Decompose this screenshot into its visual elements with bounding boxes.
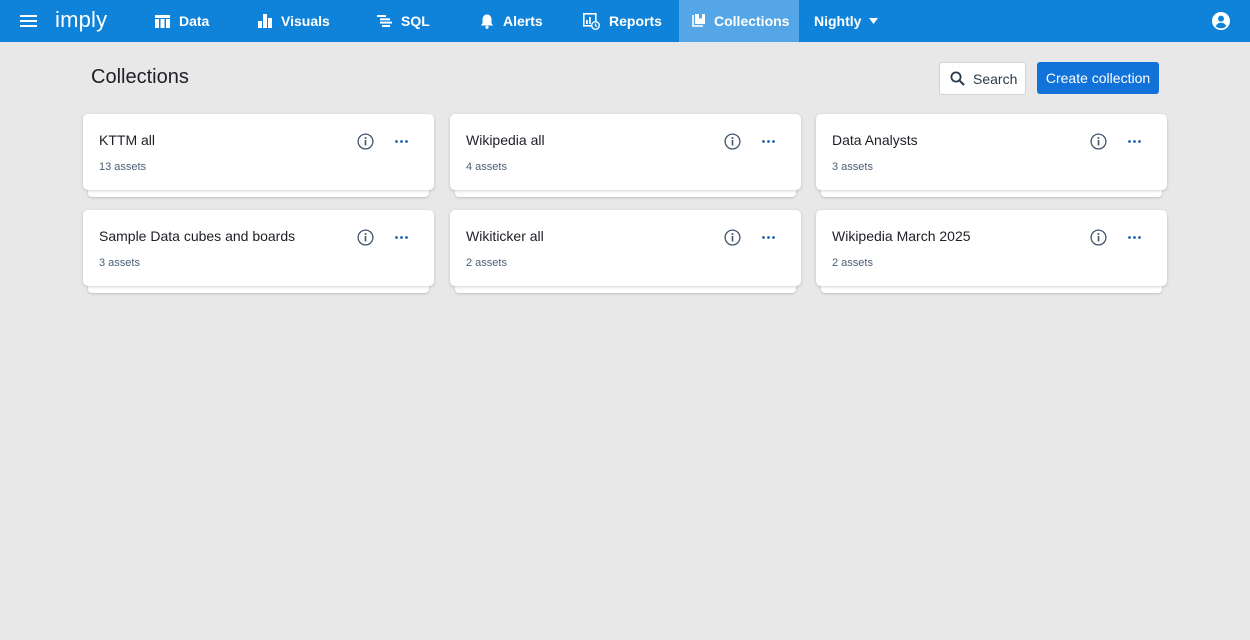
collection-name: Wikipedia all <box>466 132 545 148</box>
nav-visuals-label: Visuals <box>281 13 330 29</box>
sql-lines-icon <box>377 15 392 27</box>
nav-visuals[interactable]: Visuals <box>258 0 330 42</box>
more-options-icon[interactable] <box>760 229 777 246</box>
more-options-icon[interactable] <box>760 133 777 150</box>
collection-name: Wikipedia March 2025 <box>832 228 971 244</box>
collection-asset-count: 3 assets <box>832 161 873 173</box>
collection-card[interactable]: Wikipedia all 4 assets <box>450 114 801 190</box>
nav-data[interactable]: Data <box>155 0 209 42</box>
page-title: Collections <box>91 66 189 88</box>
nav-collections[interactable]: Collections <box>679 0 799 42</box>
bell-icon <box>480 14 494 29</box>
collection-name: KTTM all <box>99 132 155 148</box>
collection-name: Wikiticker all <box>466 228 544 244</box>
collection-card-wrapper: Data Analysts 3 assets <box>816 114 1167 197</box>
collection-card[interactable]: Wikiticker all 2 assets <box>450 210 801 286</box>
search-icon <box>950 71 965 86</box>
imply-logo[interactable]: imply <box>55 7 107 33</box>
search-button[interactable]: Search <box>939 62 1026 95</box>
info-icon[interactable] <box>357 229 374 246</box>
nav-nightly-dropdown[interactable]: Nightly <box>814 0 879 42</box>
collection-card-wrapper: Sample Data cubes and boards 3 assets <box>83 210 434 293</box>
collection-card-wrapper: Wikipedia March 2025 2 assets <box>816 210 1167 293</box>
report-icon <box>583 12 600 30</box>
more-options-icon[interactable] <box>393 229 410 246</box>
nav-reports-label: Reports <box>609 13 662 29</box>
table-icon <box>155 14 170 28</box>
info-icon[interactable] <box>357 133 374 150</box>
nav-nightly-label: Nightly <box>814 13 862 29</box>
collection-card[interactable]: KTTM all 13 assets <box>83 114 434 190</box>
top-navigation-bar: imply Data Visuals SQL Alerts Reports Co… <box>0 0 1250 42</box>
caret-down-icon <box>869 18 879 24</box>
nav-data-label: Data <box>179 13 210 29</box>
collections-icon <box>692 14 705 27</box>
collection-name: Data Analysts <box>832 132 918 148</box>
hamburger-menu-icon[interactable] <box>20 13 37 29</box>
nav-sql-label: SQL <box>401 13 430 29</box>
collection-card-wrapper: KTTM all 13 assets <box>83 114 434 197</box>
nav-reports[interactable]: Reports <box>583 0 662 42</box>
user-account-icon[interactable] <box>1212 12 1230 30</box>
collection-card-wrapper: Wikipedia all 4 assets <box>450 114 801 197</box>
more-options-icon[interactable] <box>1126 229 1143 246</box>
nav-alerts[interactable]: Alerts <box>480 0 543 42</box>
collection-card[interactable]: Wikipedia March 2025 2 assets <box>816 210 1167 286</box>
collection-name: Sample Data cubes and boards <box>99 228 296 244</box>
collection-card[interactable]: Data Analysts 3 assets <box>816 114 1167 190</box>
nav-sql[interactable]: SQL <box>377 0 430 42</box>
search-button-label: Search <box>973 70 1018 87</box>
info-icon[interactable] <box>724 133 741 150</box>
collection-card-wrapper: Wikiticker all 2 assets <box>450 210 801 293</box>
nav-alerts-label: Alerts <box>503 13 543 29</box>
nav-collections-label: Collections <box>714 13 790 29</box>
collection-asset-count: 2 assets <box>466 257 507 269</box>
collection-asset-count: 3 assets <box>99 257 140 269</box>
collection-asset-count: 4 assets <box>466 161 507 173</box>
collection-card[interactable]: Sample Data cubes and boards 3 assets <box>83 210 434 286</box>
info-icon[interactable] <box>1090 133 1107 150</box>
info-icon[interactable] <box>1090 229 1107 246</box>
more-options-icon[interactable] <box>1126 133 1143 150</box>
collection-asset-count: 2 assets <box>832 257 873 269</box>
bar-chart-icon <box>258 14 272 28</box>
collection-asset-count: 13 assets <box>99 161 147 173</box>
info-icon[interactable] <box>724 229 741 246</box>
create-collection-button[interactable]: Create collection <box>1037 62 1159 94</box>
more-options-icon[interactable] <box>393 133 410 150</box>
